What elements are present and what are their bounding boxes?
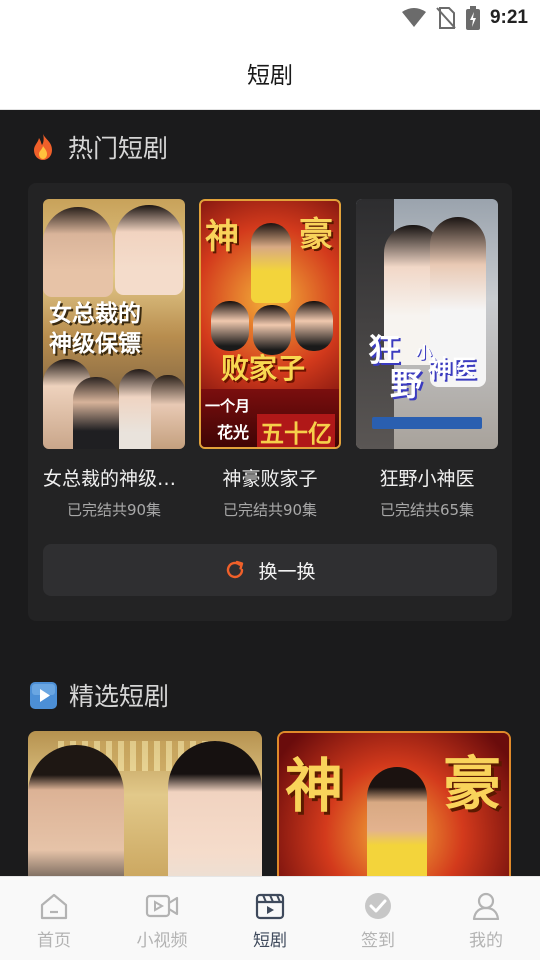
poster-tagline: 一个月 — [205, 397, 251, 415]
status-time: 9:21 — [489, 7, 528, 28]
drama-status: 已完结共90集 — [222, 501, 318, 519]
nav-label: 我的 — [469, 931, 503, 951]
film-icon — [255, 893, 285, 920]
bottom-nav: 首页 小视频 短剧 签到 我的 — [0, 876, 540, 960]
drama-status: 已完结共65集 — [379, 501, 475, 519]
refresh-label: 换一换 — [258, 560, 316, 583]
nav-label: 小视频 — [136, 931, 188, 951]
refresh-icon — [227, 560, 244, 579]
fire-icon — [34, 134, 52, 160]
poster-char-right: 豪 — [299, 215, 333, 255]
nav-label: 首页 — [37, 931, 71, 951]
play-icon — [30, 681, 57, 709]
home-icon — [40, 893, 68, 920]
poster-tagline-small: 花光 — [217, 423, 250, 442]
featured-section-header: 精选短剧 — [30, 677, 169, 713]
drama-poster[interactable]: 女总裁的 神级保镖 — [43, 199, 185, 449]
no-sim-icon — [436, 7, 456, 29]
poster-title-line1: 女总裁的 — [49, 300, 141, 327]
drama-poster[interactable]: 神 豪 败家子 一个月 花光 五十亿 — [199, 199, 341, 449]
nav-item-profile[interactable]: 我的 — [432, 877, 540, 960]
hot-section-title: 热门短剧 — [68, 134, 169, 163]
video-icon — [145, 894, 179, 918]
wifi-icon — [401, 8, 426, 27]
drama-status: 已完结共90集 — [66, 501, 162, 519]
featured-poster-char-left: 神 — [285, 752, 344, 820]
poster-title-line2: 神级保镖 — [49, 330, 141, 357]
drama-card-3[interactable]: 狂 野 小 神医 狂野小神医 已完结共65集 — [356, 199, 498, 520]
nav-item-home[interactable]: 首页 — [0, 877, 108, 960]
page-title: 短剧 — [247, 63, 293, 89]
poster-title-d: 神医 — [428, 354, 476, 383]
featured-section-title: 精选短剧 — [69, 682, 170, 711]
status-icons: 9:21 — [401, 6, 528, 30]
poster-tagline-big: 五十亿 — [257, 414, 335, 447]
nav-item-checkin[interactable]: 签到 — [324, 877, 432, 960]
drama-card-1[interactable]: 女总裁的 神级保镖 女总裁的神级保镖 已完结共90集 — [43, 199, 185, 520]
drama-card-2[interactable]: 神 豪 败家子 一个月 花光 五十亿 神豪败家子 已完结共90集 — [199, 199, 341, 520]
poster-middle-title: 败家子 — [221, 352, 306, 385]
drama-name[interactable]: 神豪败家子 — [199, 464, 341, 491]
nav-item-drama[interactable]: 短剧 — [216, 877, 324, 960]
battery-charging-icon — [465, 6, 480, 30]
nav-label: 短剧 — [253, 931, 287, 951]
app-header: 短剧 — [0, 36, 540, 110]
poster-char-left: 神 — [205, 217, 239, 257]
featured-poster-2[interactable]: 神 豪 — [277, 731, 511, 876]
content-area[interactable]: 热门短剧 女总裁的 神级保镖 女总裁的神级保镖 已完结共90集 神 豪 败家子 — [0, 111, 540, 876]
featured-poster-1[interactable] — [28, 731, 262, 876]
poster-title-b: 野 — [390, 365, 423, 403]
featured-poster-char-right: 豪 — [442, 750, 501, 818]
checkin-icon — [365, 893, 391, 919]
drama-name[interactable]: 女总裁的神级保镖 — [43, 464, 185, 491]
profile-icon — [472, 892, 500, 920]
hot-section-header: 热门短剧 — [30, 129, 168, 165]
nav-item-short-video[interactable]: 小视频 — [108, 877, 216, 960]
drama-name[interactable]: 狂野小神医 — [356, 464, 498, 491]
status-bar: 9:21 — [0, 0, 540, 36]
nav-label: 签到 — [361, 931, 395, 951]
refresh-button[interactable]: 换一换 — [43, 544, 497, 596]
drama-poster[interactable]: 狂 野 小 神医 — [356, 199, 498, 449]
